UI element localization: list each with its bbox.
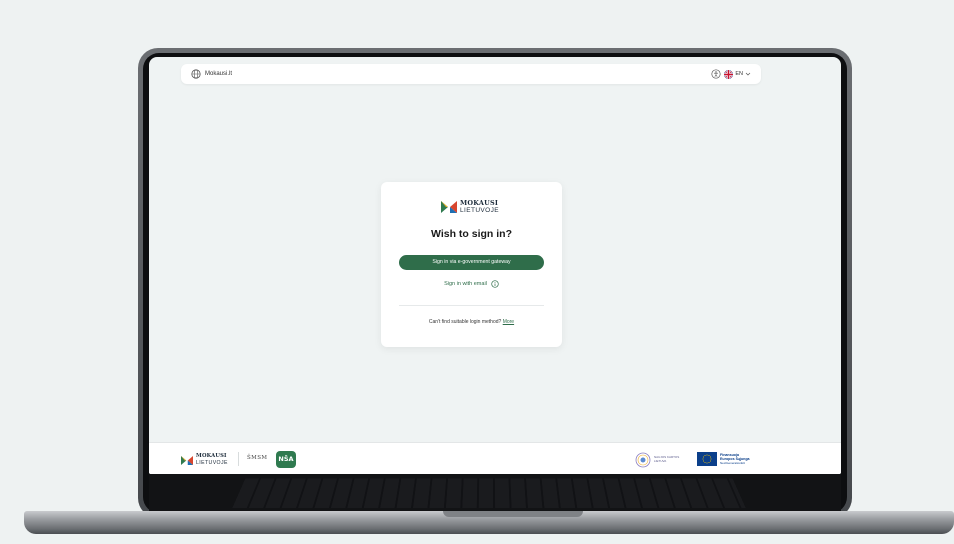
footer-mokausi-logo[interactable]: MOKAUSI LIETUVOJE [181, 453, 228, 467]
nsa-logo[interactable]: NŠA [276, 451, 296, 468]
uk-flag-icon [724, 69, 734, 79]
more-link[interactable]: More [503, 319, 514, 325]
signin-title: Wish to sign in? [431, 228, 512, 240]
footer-logo-line1: MOKAUSI [196, 453, 227, 460]
login-card: MOKAUSI LIETUVOJE Wish to sign in? Sign … [381, 182, 562, 347]
language-switcher[interactable]: EN [724, 69, 751, 79]
keyboard-keys [232, 478, 746, 509]
laptop-screen: Mokausi.lt EN MOKAUSI LIETUVOJE Wish to … [149, 57, 841, 474]
footer-logo-mark [181, 455, 193, 465]
info-icon [491, 280, 499, 288]
laptop-notch [443, 511, 583, 517]
help-text-label: Can't find suitable login method? [428, 319, 502, 325]
egov-signin-button[interactable]: Sign in via e-government gateway [399, 255, 544, 270]
laptop-base [24, 511, 954, 534]
laptop-keyboard [149, 474, 841, 512]
footer-logo-line2: LIETUVOJE [196, 459, 228, 466]
site-name-link[interactable]: Mokausi.lt [205, 69, 232, 79]
chevron-down-icon [745, 72, 751, 76]
login-help-text: Can't find suitable login method? More [381, 319, 562, 325]
logo-line2: LIETUVOJE [460, 206, 499, 214]
top-bar: Mokausi.lt EN [181, 64, 761, 84]
mokausi-logo-mark [441, 201, 457, 213]
card-divider [399, 305, 544, 306]
footer-separator [238, 452, 239, 466]
eu-line3: NextGenerationEU [720, 460, 746, 465]
recovery-line2: LIETUVA [654, 459, 667, 463]
globe-icon [191, 69, 201, 79]
language-label: EN [735, 71, 743, 77]
eu-flag-icon [697, 452, 717, 466]
email-signin-label: Sign in with email [444, 281, 487, 287]
email-signin-link[interactable]: Sign in with email [381, 280, 562, 288]
page-footer: MOKAUSI LIETUVOJE ŠMSM NŠA NAUJOS KARTOS… [149, 442, 841, 474]
logo-line1: MOKAUSI [460, 199, 499, 207]
eu-funding-logo[interactable]: Finansuoja Europos Sąjunga NextGeneratio… [697, 452, 750, 466]
recovery-circle-icon [635, 452, 651, 468]
mokausi-logo: MOKAUSI LIETUVOJE [441, 198, 499, 216]
smsm-logo[interactable]: ŠMSM [247, 455, 267, 461]
recovery-plan-logo[interactable]: NAUJOS KARTOS LIETUVA [635, 452, 679, 468]
accessibility-icon[interactable] [711, 69, 721, 79]
